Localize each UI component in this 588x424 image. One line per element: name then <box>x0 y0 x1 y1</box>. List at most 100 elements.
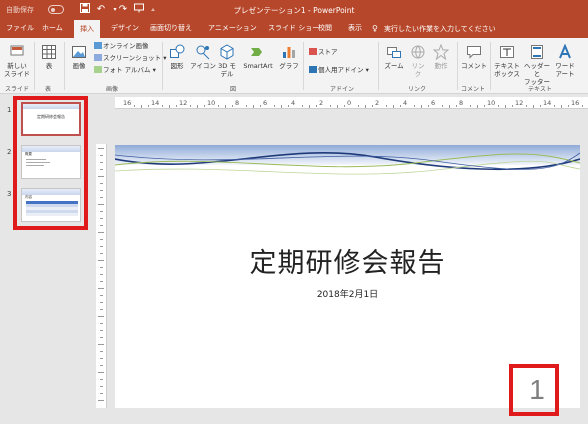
window-title: プレゼンテーション1 - PowerPoint <box>233 6 355 15</box>
shapes-button[interactable]: 図形 <box>166 44 188 70</box>
ruler-tick <box>100 386 103 387</box>
ruler-label: 2 <box>375 99 380 107</box>
ruler-tick <box>98 176 104 177</box>
screenshot-button[interactable]: スクリーンショット ▾ <box>94 54 167 63</box>
tab-transitions[interactable]: 画面切り替え <box>150 23 192 33</box>
slide-subtitle[interactable]: 2018年2月1日 <box>115 287 580 300</box>
ruler-tick <box>554 105 555 107</box>
ruler-tick <box>330 105 331 107</box>
tab-design[interactable]: デザイン <box>111 23 139 33</box>
ruler-tick <box>253 105 254 108</box>
header-footer-button[interactable]: ヘッダーと フッター <box>522 44 552 86</box>
ruler-tick <box>100 169 103 170</box>
tab-insert[interactable]: 挿入 <box>74 20 100 38</box>
table-button[interactable]: 表 <box>38 44 60 70</box>
ruler-tick <box>98 148 104 149</box>
action-icon <box>433 44 449 60</box>
smartart-button[interactable]: SmartArt <box>240 44 276 70</box>
store-icon <box>309 48 317 55</box>
photo-album-button[interactable]: フォト アルバム ▾ <box>94 66 156 75</box>
title-bar: 自動保存 ↶ ▾ ↷ ⩡ プレゼンテーション1 - PowerPoint <box>0 0 588 20</box>
ruler-tick <box>316 105 317 107</box>
chart-icon <box>283 47 295 58</box>
ruler-tick <box>386 105 387 107</box>
group-divider <box>490 42 491 90</box>
online-pictures-button[interactable]: オンライン画像 <box>94 42 149 51</box>
ruler-tick <box>100 358 103 359</box>
ruler-tick <box>582 105 583 107</box>
tab-view[interactable]: 表示 <box>348 23 362 33</box>
group-divider <box>64 42 65 90</box>
ruler-tick <box>337 105 338 108</box>
ruler-tick <box>100 351 103 352</box>
ruler-label: 12 <box>515 99 524 107</box>
chart-button[interactable]: グラフ <box>278 44 300 70</box>
ruler-tick <box>100 393 103 394</box>
tab-file[interactable]: ファイル <box>6 23 34 33</box>
ruler-tick <box>100 337 103 338</box>
textbox-button[interactable]: テキスト ボックス <box>492 44 522 78</box>
thumbnail-number: 3 <box>7 190 12 198</box>
ruler-tick <box>98 316 104 317</box>
link-icon <box>411 45 425 59</box>
ruler-tick <box>512 105 513 107</box>
ruler-tick <box>100 281 103 282</box>
tell-me-box[interactable]: 実行したい作業を入力してください <box>384 24 496 34</box>
icons-icon <box>196 45 210 60</box>
ruler-tick <box>533 105 534 108</box>
lightbulb-icon: ♀ <box>372 24 378 33</box>
3d-models-button[interactable]: 3D モ デル <box>216 44 238 78</box>
ruler-tick <box>98 344 104 345</box>
ruler-tick <box>100 330 103 331</box>
my-addins-button[interactable]: 個人用アドイン ▾ <box>309 66 369 75</box>
wordart-button[interactable]: ワード アート <box>552 44 578 78</box>
ruler-tick <box>100 295 103 296</box>
comment-button[interactable]: コメント <box>460 44 488 70</box>
ruler-tick <box>100 225 103 226</box>
thumbnail-number: 2 <box>7 148 12 156</box>
ruler-tick <box>100 183 103 184</box>
zoom-button[interactable]: ズーム <box>382 44 406 70</box>
ruler-tick <box>141 105 142 108</box>
ruler-tick <box>190 105 191 107</box>
ruler-tick <box>428 105 429 107</box>
link-button[interactable]: リン ク <box>408 44 428 78</box>
ruler-tick <box>204 105 205 107</box>
group-divider <box>34 42 35 90</box>
new-slide-button[interactable]: 新しい スライド <box>2 44 32 78</box>
ruler-tick <box>456 105 457 107</box>
icons-button[interactable]: アイコン <box>190 44 216 70</box>
ruler-tick <box>344 105 345 107</box>
picture-icon <box>72 46 86 58</box>
screenshot-icon <box>94 54 102 61</box>
tab-animations[interactable]: アニメーション <box>208 23 257 33</box>
ruler-tick <box>260 105 261 107</box>
store-button[interactable]: ストア <box>309 48 338 57</box>
comment-icon <box>467 46 481 59</box>
shapes-icon <box>170 44 185 58</box>
ruler-tick <box>281 105 282 108</box>
group-label-links: リンク <box>408 86 427 93</box>
ruler-tick <box>232 105 233 107</box>
group-label-text: テキスト <box>528 86 552 93</box>
ruler-tick <box>288 105 289 107</box>
picture-button[interactable]: 画像 <box>67 44 91 70</box>
ruler-tick <box>100 162 103 163</box>
ruler-tick <box>100 197 103 198</box>
ruler-tick <box>169 105 170 108</box>
ruler-tick <box>442 105 443 107</box>
action-button[interactable]: 動作 <box>430 44 452 70</box>
ruler-label: 4 <box>403 99 408 107</box>
ruler-tick <box>421 105 422 108</box>
ruler-tick <box>540 105 541 107</box>
tab-home[interactable]: ホーム <box>42 23 63 33</box>
tab-slideshow[interactable]: スライド ショー <box>268 23 319 33</box>
wordart-icon <box>559 44 571 59</box>
powerpoint-window: 自動保存 ↶ ▾ ↷ ⩡ プレゼンテーション1 - PowerPoint ファイ… <box>0 0 588 424</box>
ruler-label: 16 <box>123 99 132 107</box>
ruler-tick <box>484 105 485 107</box>
highlight-box-slide-number <box>509 364 559 416</box>
tab-review[interactable]: 校閲 <box>318 23 332 33</box>
slide-title[interactable]: 定期研修会報告 <box>115 241 580 280</box>
group-label-slides: スライド <box>5 86 30 93</box>
